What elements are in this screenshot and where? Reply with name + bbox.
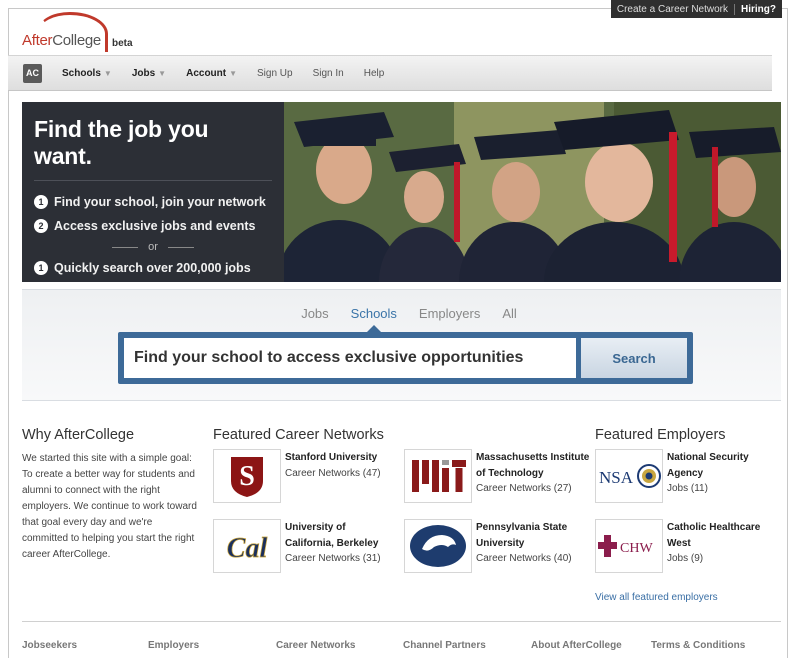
network-name: University of California, Berkeley <box>285 522 379 549</box>
logo-text: AfterCollege <box>22 32 101 49</box>
tab-all[interactable]: All <box>502 306 516 321</box>
hero-text-panel: Find the job you want. 1 Find your school… <box>22 102 284 282</box>
search-section: Jobs Schools Employers All Find your sch… <box>22 289 781 401</box>
network-name: Stanford University <box>285 452 378 463</box>
stanford-seal-icon: S <box>231 457 263 497</box>
why-description: We started this site with a simple goal:… <box>22 453 197 560</box>
employer-jobs: Jobs (11) <box>667 483 708 494</box>
employer-name: National Security Agency <box>667 452 749 479</box>
employer-entry-chw[interactable]: Catholic Healthcare West Jobs (9) <box>667 520 777 567</box>
step-number-icon: 1 <box>34 195 48 209</box>
network-count: Career Networks (31) <box>285 553 381 564</box>
network-count: Career Networks (47) <box>285 467 381 479</box>
search-input[interactable]: Find your school to access exclusive opp… <box>124 338 576 378</box>
tab-schools[interactable]: Schools <box>351 306 397 321</box>
nav-sign-in[interactable]: Sign In <box>313 68 344 79</box>
hiring-link[interactable]: Hiring? <box>734 3 776 15</box>
berkeley-logo[interactable]: Cal <box>213 519 281 573</box>
network-entry-mit[interactable]: Massachusetts Institute of Technology Ca… <box>476 450 592 497</box>
nav-schools[interactable]: Schools ▼ <box>62 68 112 79</box>
svg-text:Cal: Cal <box>227 533 268 564</box>
penn-state-logo[interactable] <box>404 519 472 573</box>
footer-link-about[interactable]: About AfterCollege <box>531 640 651 651</box>
svg-text:NSA: NSA <box>599 468 634 487</box>
network-count: Career Networks (40) <box>476 553 572 564</box>
search-tabs: Jobs Schools Employers All <box>22 306 781 321</box>
networks-title: Featured Career Networks <box>213 427 384 443</box>
nav-sign-up[interactable]: Sign Up <box>257 68 293 79</box>
cal-script-icon: Cal <box>226 533 268 565</box>
graduates-illustration <box>284 102 781 282</box>
footer-divider <box>22 621 781 622</box>
chw-logo[interactable]: CHW <box>595 519 663 573</box>
aftercollege-logo[interactable]: AfterCollege beta <box>22 12 142 52</box>
chevron-down-icon: ▼ <box>229 68 238 78</box>
svg-text:S: S <box>239 461 255 492</box>
network-entry-berkeley[interactable]: University of California, Berkeley Caree… <box>285 520 397 567</box>
svg-text:CHW: CHW <box>620 541 653 556</box>
ac-home-button[interactable]: AC <box>23 63 42 83</box>
tab-employers[interactable]: Employers <box>419 306 480 321</box>
hero-step: 2 Access exclusive jobs and events <box>34 219 272 233</box>
employer-entry-nsa[interactable]: National Security Agency Jobs (11) <box>667 450 777 497</box>
footer-link-jobseekers[interactable]: Jobseekers <box>22 640 148 651</box>
network-entry-penn-state[interactable]: Pennsylvania State University Career Net… <box>476 520 586 567</box>
chevron-down-icon: ▼ <box>103 68 112 78</box>
hero-step: 1 Find your school, join your network <box>34 195 272 209</box>
search-button[interactable]: Search <box>581 338 687 378</box>
network-name: Pennsylvania State University <box>476 522 568 549</box>
beta-label: beta <box>112 38 133 49</box>
create-network-bar: Create a Career Network Hiring? <box>610 0 782 18</box>
step-number-icon: 1 <box>34 261 48 275</box>
network-count: Career Networks (27) <box>476 483 572 494</box>
network-name: Massachusetts Institute of Technology <box>476 452 590 479</box>
nittany-lion-icon <box>410 525 466 567</box>
hero-step: 1 Quickly search over 200,000 jobs <box>34 261 272 275</box>
chevron-down-icon: ▼ <box>158 68 167 78</box>
main-nav: AC Schools ▼ Jobs ▼ Account ▼ Sign Up Sign … <box>8 55 772 91</box>
nav-account[interactable]: Account ▼ <box>186 68 237 79</box>
view-all-employers-link[interactable]: View all featured employers <box>595 592 718 603</box>
employer-jobs: Jobs (9) <box>667 553 704 564</box>
footer-link-terms[interactable]: Terms & Conditions <box>651 640 745 651</box>
stanford-logo[interactable]: S <box>213 449 281 503</box>
mit-logo-icon <box>412 460 466 492</box>
mit-logo[interactable] <box>404 449 472 503</box>
footer-link-career-networks[interactable]: Career Networks <box>276 640 403 651</box>
search-box: Find your school to access exclusive opp… <box>118 332 693 384</box>
network-entry-stanford[interactable]: Stanford University Career Networks (47) <box>285 450 395 481</box>
nav-jobs[interactable]: Jobs ▼ <box>132 68 166 79</box>
nsa-seal-icon: NSA <box>599 464 661 488</box>
footer-link-employers[interactable]: Employers <box>148 640 276 651</box>
step-number-icon: 2 <box>34 219 48 233</box>
hero-title: Find the job you want. <box>34 116 272 181</box>
employers-title: Featured Employers <box>595 427 726 443</box>
footer-links: Jobseekers Employers Career Networks Cha… <box>22 640 782 651</box>
nav-help[interactable]: Help <box>364 68 385 79</box>
hero-banner: Find the job you want. 1 Find your school… <box>22 102 781 282</box>
footer-link-channel-partners[interactable]: Channel Partners <box>403 640 531 651</box>
employer-name: Catholic Healthcare West <box>667 522 761 549</box>
create-network-link[interactable]: Create a Career Network <box>617 4 728 15</box>
why-title: Why AfterCollege <box>22 427 135 443</box>
or-divider: or <box>34 241 272 253</box>
chw-cross-icon: CHW <box>598 535 653 557</box>
nsa-logo[interactable]: NSA <box>595 449 663 503</box>
tab-jobs[interactable]: Jobs <box>301 306 328 321</box>
graduates-photo <box>284 102 781 282</box>
